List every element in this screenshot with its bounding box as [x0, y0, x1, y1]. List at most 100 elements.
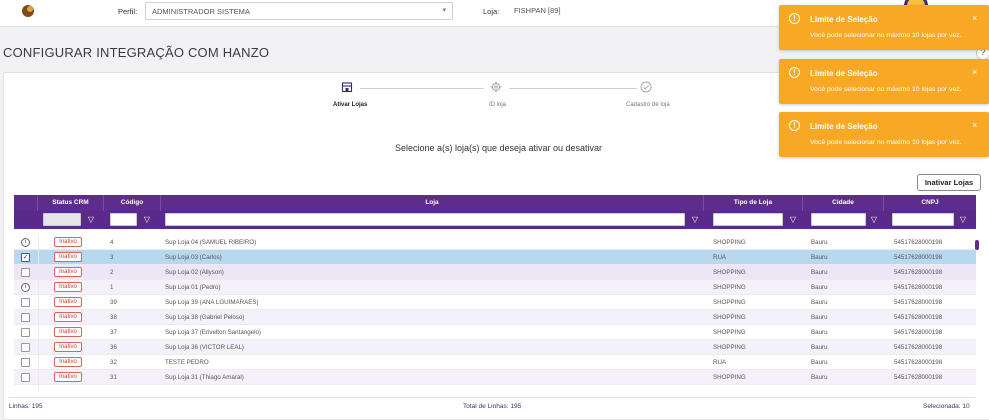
filter-loja-input[interactable] [165, 213, 685, 226]
warning-icon: ! [789, 120, 800, 131]
cell-cnpj: 54517628000198 [894, 254, 943, 261]
cell-codigo: 37 [110, 329, 117, 336]
filter-icon[interactable]: ▽ [788, 213, 798, 226]
cell-codigo: 3 [110, 254, 114, 261]
table-row[interactable]: Inativo 32 TESTE PEDRO RUA Bauru 545176280001… [14, 355, 976, 370]
table-row[interactable]: Inativo 36 Sup Loja 36 (VICTOR LEAL) SHOPPI… [14, 340, 976, 355]
cell-cnpj: 54517628000198 [894, 299, 943, 306]
cell-cnpj: 54517628000198 [894, 344, 943, 351]
table-row[interactable]: ✓ Inativo 3 Sup Loja 03 (Carlos) RUA Bauru 545… [14, 250, 976, 265]
filter-cnpj-input[interactable] [892, 213, 954, 226]
cell-cidade: Bauru [811, 254, 828, 261]
cell-cidade: Bauru [811, 359, 828, 366]
filter-icon[interactable]: ▽ [142, 213, 152, 226]
header-cnpj[interactable]: CNPJ [884, 195, 976, 211]
cell-codigo: 4 [110, 239, 114, 246]
status-badge: Inativo [54, 357, 82, 367]
row-checkbox[interactable] [21, 373, 30, 382]
cell-codigo: 36 [110, 344, 117, 351]
filter-tipo-input[interactable] [713, 213, 783, 226]
header-status-crm[interactable]: Status CRM [38, 195, 104, 211]
warning-icon: ! [789, 67, 800, 78]
info-icon[interactable]: i [21, 238, 30, 247]
column-divider [38, 235, 39, 389]
row-checkbox[interactable] [21, 328, 30, 337]
grid-scrollbar[interactable] [975, 240, 979, 250]
header-cidade[interactable]: Cidade [803, 195, 884, 211]
cell-codigo: 1 [110, 284, 114, 291]
table-row[interactable]: i Inativo 1 Sup Loja 01 (Pedro) SHOPPING Baur… [14, 280, 976, 295]
status-badge: Inativo [54, 327, 82, 337]
cell-tipo: SHOPPING [713, 284, 746, 291]
filter-icon[interactable]: ▽ [86, 213, 96, 226]
cell-cnpj: 54517628000198 [894, 239, 943, 246]
toast-notification: ! Limite de Seleção Você pode selecionar… [779, 112, 989, 157]
perfil-select[interactable]: ADMINISTRADOR SISTEMA ▾ [145, 2, 453, 20]
cell-cnpj: 54517628000198 [894, 269, 943, 276]
row-checkbox[interactable] [21, 268, 30, 277]
filter-icon[interactable]: ▽ [690, 213, 700, 226]
cell-tipo: SHOPPING [713, 344, 746, 351]
gear-icon[interactable] [489, 81, 503, 95]
row-checkbox[interactable] [21, 343, 30, 352]
cell-codigo: 31 [110, 374, 117, 381]
filter-status-input[interactable] [43, 213, 81, 226]
toast-title: Limite de Seleção [810, 15, 878, 24]
cell-cnpj: 54517628000198 [894, 329, 943, 336]
grid-header: Status CRM Código Loja Tipo de Loja Cida… [14, 195, 976, 211]
cell-codigo: 38 [110, 314, 117, 321]
cell-tipo: SHOPPING [713, 269, 746, 276]
step-cadastro-loja[interactable]: Cadastro de loja [626, 102, 670, 108]
toast-title: Limite de Seleção [810, 122, 878, 131]
toast-message: Você pode selecionar no máximo 10 lojas … [810, 86, 962, 93]
cell-tipo: SHOPPING [713, 329, 746, 336]
inativar-lojas-button[interactable]: Inativar Lojas [917, 174, 981, 191]
step-id-loja[interactable]: ID loja [489, 102, 506, 108]
footer-total-linhas: Total de Linhas: 195 [463, 403, 522, 410]
cell-cnpj: 54517628000198 [894, 314, 943, 321]
header-loja[interactable]: Loja [161, 195, 704, 211]
table-row[interactable]: Inativo 39 Sup Loja 39 (ANA LGUIMARAES) SHO… [14, 295, 976, 310]
close-icon[interactable]: × [972, 67, 977, 77]
cell-cidade: Bauru [811, 299, 828, 306]
table-row[interactable]: i Inativo 4 Sup Loja 04 (SAMUEL RIBEIRO) SHO… [14, 235, 976, 250]
page-title: CONFIGURAR INTEGRAÇÃO COM HANZO [3, 45, 270, 60]
cell-cidade: Bauru [811, 284, 828, 291]
cell-cidade: Bauru [811, 374, 828, 381]
cell-cnpj: 54517628000198 [894, 284, 943, 291]
app-logo[interactable] [22, 5, 34, 17]
step-ativar-lojas[interactable]: Ativar Lojas [333, 102, 367, 108]
cell-loja: Sup Loja 03 (Carlos) [165, 254, 222, 261]
header-codigo[interactable]: Código [104, 195, 161, 211]
table-row[interactable]: Inativo 2 Sup Loja 02 (Allyson) SHOPPING Bau… [14, 265, 976, 280]
cell-cnpj: 54517628000198 [894, 374, 943, 381]
check-circle-icon[interactable] [639, 81, 653, 95]
close-icon[interactable]: × [972, 120, 977, 130]
row-checkbox[interactable] [21, 358, 30, 367]
row-checkbox[interactable] [21, 313, 30, 322]
status-badge: Inativo [54, 342, 82, 352]
info-icon[interactable]: i [21, 283, 30, 292]
grid-footer: Linhas: 195 Total de Linhas: 195 Selecio… [9, 397, 975, 413]
loja-select[interactable]: FISHPAN [89] [508, 2, 808, 20]
cell-loja: Sup Loja 04 (SAMUEL RIBEIRO) [165, 239, 257, 246]
header-tipo-loja[interactable]: Tipo de Loja [704, 195, 803, 211]
table-row[interactable]: Inativo 31 Sup Loja 31 (Thiago Amaral) SHOP… [14, 370, 976, 385]
filter-cidade-input[interactable] [811, 213, 866, 226]
table-row[interactable]: Inativo 37 Sup Loja 37 (Erivelton Santange… [14, 325, 976, 340]
table-row[interactable]: Inativo 38 Sup Loja 38 (Gabriel Peloso) SHO… [14, 310, 976, 325]
filter-icon[interactable]: ▽ [958, 213, 968, 226]
cell-cidade: Bauru [811, 344, 828, 351]
row-checkbox[interactable] [21, 298, 30, 307]
row-checkbox[interactable]: ✓ [21, 253, 30, 262]
toast-notification: ! Limite de Seleção Você pode selecionar… [779, 5, 989, 50]
cell-cidade: Bauru [811, 239, 828, 246]
toast-title: Limite de Seleção [810, 69, 878, 78]
cell-loja: TESTE PEDRO [165, 359, 209, 366]
filter-codigo-input[interactable] [110, 213, 137, 226]
store-icon[interactable] [340, 81, 354, 95]
close-icon[interactable]: × [972, 13, 977, 23]
cell-loja: Sup Loja 31 (Thiago Amaral) [165, 374, 244, 381]
filter-icon[interactable]: ▽ [869, 213, 879, 226]
cell-loja: Sup Loja 37 (Erivelton Santangelo) [165, 329, 261, 336]
